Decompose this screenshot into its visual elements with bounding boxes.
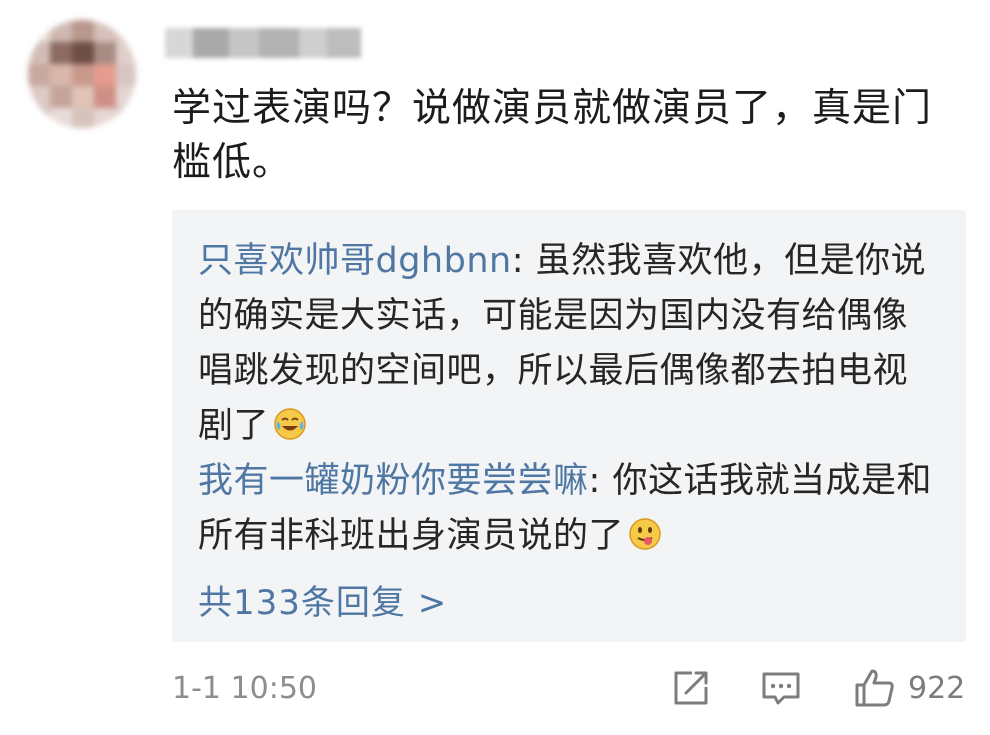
avatar-pixel [72, 42, 94, 64]
avatar-pixel [72, 108, 94, 128]
comment-meta-row: 1-1 10:50 922 [172, 665, 966, 715]
avatar-pixel [94, 20, 116, 42]
username-blur-segment [259, 28, 299, 58]
username-blur-segment [165, 28, 193, 58]
comment-text: 学过表演吗？说做演员就做演员了，真是门槛低。 [172, 86, 933, 185]
avatar-pixel [50, 20, 72, 42]
avatar-pixel [116, 42, 136, 64]
reply-item: 只喜欢帅哥dghbnn: 虽然我喜欢他，但是你说的确实是大实话，可能是因为国内没… [198, 234, 943, 454]
avatar[interactable] [28, 20, 136, 128]
like-count: 922 [908, 671, 966, 706]
view-all-replies-link[interactable]: 共133条回复 > [198, 578, 447, 628]
avatar-pixel [50, 42, 72, 64]
avatar-pixel [94, 42, 116, 64]
avatar-pixel [94, 86, 116, 108]
reply-separator: : [511, 241, 536, 281]
timestamp: 1-1 10:50 [172, 671, 317, 706]
reply-item: 我有一罐奶粉你要尝尝嘛: 你这话我就当成是和所有非科班出身演员说的了 [198, 454, 943, 564]
avatar-pixel [94, 108, 116, 128]
share-icon[interactable] [668, 665, 714, 711]
avatar-pixel [116, 86, 136, 108]
avatar-pixel [116, 64, 136, 86]
tongue-emoji [629, 518, 661, 550]
reply-preview-box[interactable]: 只喜欢帅哥dghbnn: 虽然我喜欢他，但是你说的确实是大实话，可能是因为国内没… [172, 210, 966, 642]
reply-icon[interactable] [758, 665, 804, 711]
avatar-pixel [72, 64, 94, 86]
comment-card: 学过表演吗？说做演员就做演员了，真是门槛低。 只喜欢帅哥dghbnn: 虽然我喜… [0, 0, 990, 735]
avatar-pixel [28, 64, 50, 86]
avatar-pixel [72, 20, 94, 42]
avatar-pixel [28, 86, 50, 108]
avatar-pixel [28, 42, 50, 64]
like-icon[interactable] [852, 665, 898, 711]
reply-author-link[interactable]: 我有一罐奶粉你要尝尝嘛 [198, 461, 589, 501]
reply-separator: : [588, 461, 613, 501]
avatar-pixel [94, 64, 116, 86]
laugh-cry-emoji [274, 408, 306, 440]
avatar-pixel [72, 86, 94, 108]
username-redacted[interactable] [165, 28, 361, 58]
username-blur-segment [299, 28, 327, 58]
username-blur-segment [327, 28, 361, 58]
username-blur-segment [193, 28, 229, 58]
avatar-pixel [50, 108, 72, 128]
avatar-pixel [50, 64, 72, 86]
reply-author-link[interactable]: 只喜欢帅哥dghbnn [198, 241, 512, 281]
avatar-pixel [50, 86, 72, 108]
username-blur-segment [229, 28, 259, 58]
avatar-pixel [28, 20, 50, 42]
